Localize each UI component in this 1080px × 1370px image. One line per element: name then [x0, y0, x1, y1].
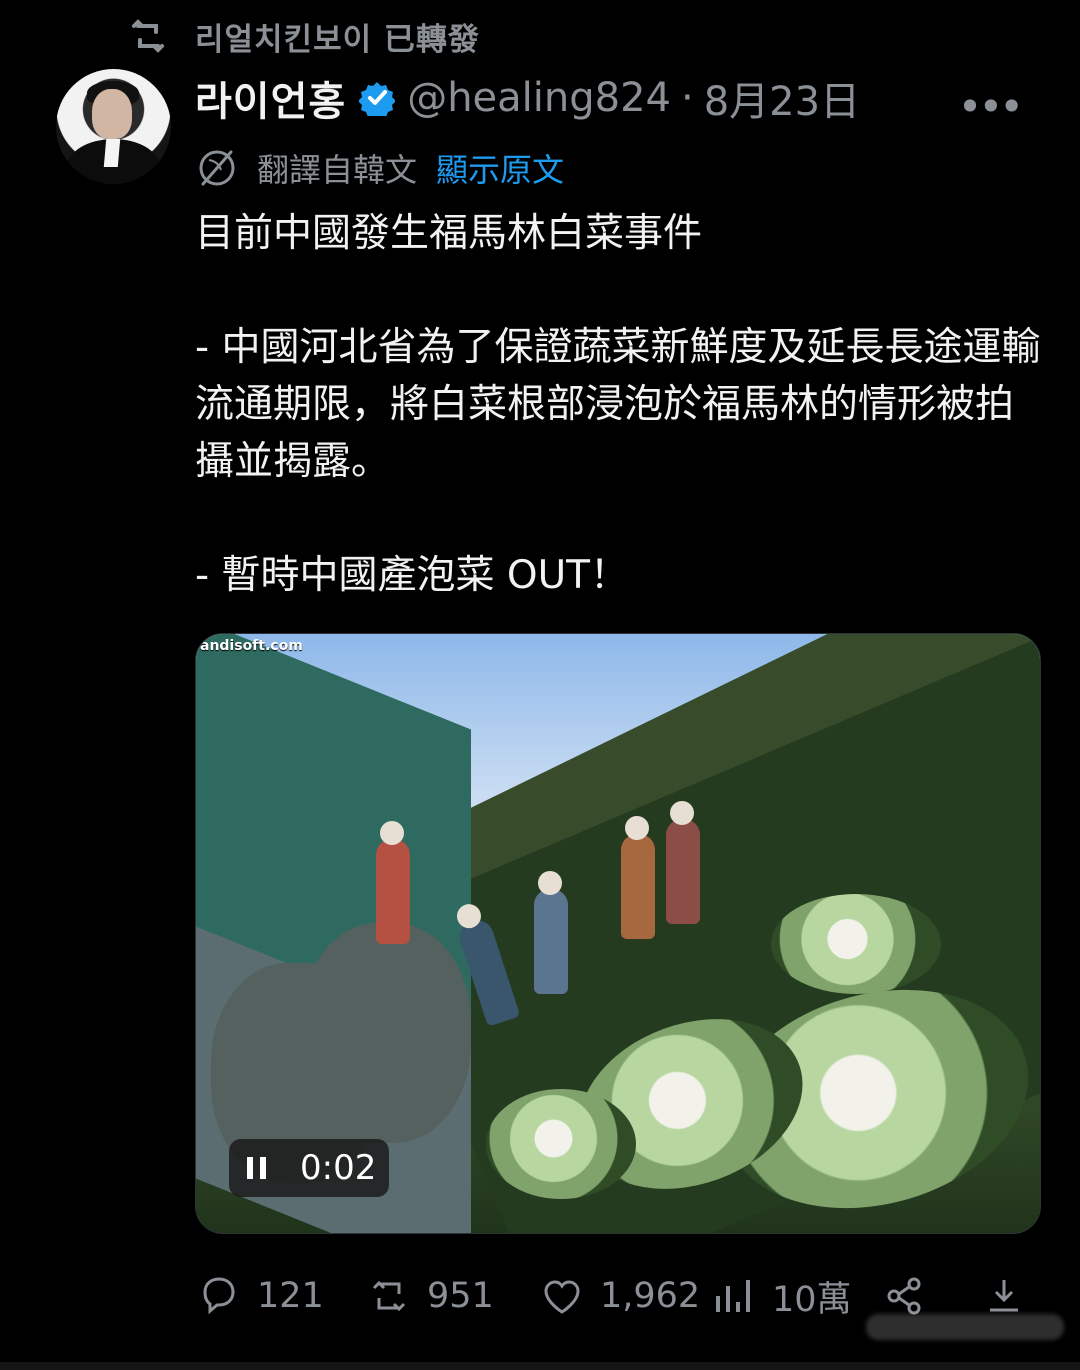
like-count: 1,962 [600, 1276, 701, 1316]
show-original-link[interactable]: 顯示原文 [436, 145, 564, 191]
truck-wheel [301, 923, 471, 1143]
repost-text[interactable]: 리얼치킨보이 已轉發 [195, 14, 480, 59]
video-player[interactable]: andisoft.com 0:02 [195, 633, 1041, 1234]
tweet-card: 리얼치킨보이 已轉發 라이언홍 @healing824 · 8月23日 ••• … [8, 0, 1072, 1362]
share-icon [887, 1277, 921, 1315]
date-separator: · [681, 75, 694, 121]
redacted-area [866, 1314, 1064, 1340]
author-handle[interactable]: @healing824 [407, 75, 671, 121]
worker [666, 801, 700, 924]
retweet-count: 951 [427, 1276, 494, 1316]
verified-badge-icon [359, 82, 396, 116]
retweet-icon [132, 19, 164, 53]
post-date[interactable]: 8月23日 [704, 69, 860, 127]
download-icon [990, 1280, 1018, 1312]
share-button[interactable] [880, 1272, 942, 1320]
retweet-icon [372, 1280, 406, 1312]
cabbage [771, 894, 941, 994]
more-options-button[interactable]: ••• [958, 82, 1024, 131]
retweet-button[interactable]: 951 [365, 1272, 494, 1320]
worker [621, 816, 655, 939]
views-count: 10萬 [772, 1279, 852, 1320]
video-time: 0:02 [300, 1148, 377, 1188]
like-button[interactable]: 1,962 [538, 1272, 700, 1320]
worker [534, 871, 568, 994]
analytics-icon [716, 1280, 750, 1312]
video-watermark: andisoft.com [200, 638, 303, 654]
reply-button[interactable]: 121 [195, 1272, 324, 1320]
worker [376, 821, 410, 944]
translation-label: 翻譯自韓文 [257, 151, 418, 189]
heart-icon [544, 1280, 580, 1314]
display-name[interactable]: 라이언홍 [195, 69, 346, 127]
download-button[interactable] [980, 1272, 1042, 1320]
cabbage [486, 1089, 636, 1199]
translation-row: 翻譯自韓文 顯示原文 [195, 145, 564, 191]
translate-icon [199, 150, 235, 186]
tweet-text: 目前中國發生福馬林白菜事件 - 中國河北省為了保證蔬菜新鮮度及延長長途運輸流通期… [195, 211, 1041, 598]
repost-indicator: 리얼치킨보이 已轉發 [126, 14, 480, 59]
avatar[interactable] [56, 69, 171, 184]
pause-icon[interactable] [247, 1152, 273, 1184]
video-control[interactable]: 0:02 [229, 1139, 389, 1197]
bottom-border [0, 1362, 1080, 1370]
reply-count: 121 [257, 1276, 324, 1316]
views-button[interactable]: 10萬 [710, 1271, 852, 1322]
author-row: 라이언홍 @healing824 · 8月23日 [195, 70, 860, 126]
reply-icon [203, 1277, 235, 1315]
